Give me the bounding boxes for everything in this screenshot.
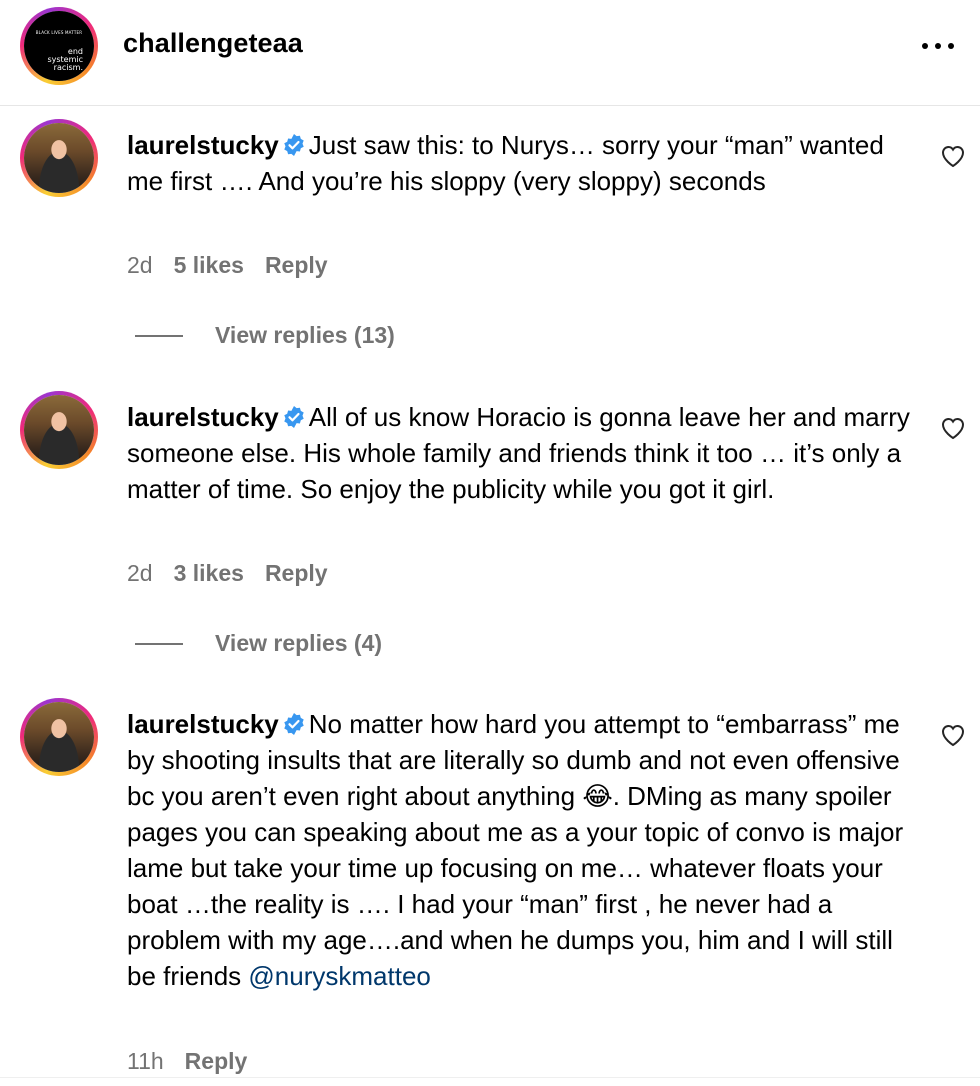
comment-meta: 2d 3 likes Reply xyxy=(127,560,349,587)
commenter-avatar[interactable] xyxy=(24,702,94,772)
commenter-avatar-ring[interactable] xyxy=(20,698,98,776)
view-replies-divider xyxy=(135,335,183,337)
view-replies-button[interactable]: View replies (4) xyxy=(135,630,382,657)
heart-outline-icon[interactable] xyxy=(940,416,966,440)
more-options-button[interactable] xyxy=(918,36,958,56)
user-mention-link[interactable]: @nuryskmatteo xyxy=(248,961,430,991)
avatar-caption: end systemic racism. xyxy=(47,47,83,72)
post-header: BLACK LIVES MATTER end systemic racism. … xyxy=(0,0,980,106)
verified-badge-icon xyxy=(284,713,304,735)
comment-meta: 11h Reply xyxy=(127,1048,268,1075)
post-author-avatar-ring[interactable]: BLACK LIVES MATTER end systemic racism. xyxy=(20,7,98,85)
view-replies-label: View replies (4) xyxy=(215,630,383,656)
post-author-avatar[interactable]: BLACK LIVES MATTER end systemic racism. xyxy=(24,11,94,81)
commenter-avatar-ring[interactable] xyxy=(20,119,98,197)
reply-button[interactable]: Reply xyxy=(185,1048,248,1074)
avatar-caption-top: BLACK LIVES MATTER xyxy=(35,30,83,35)
commenter-avatar[interactable] xyxy=(24,123,94,193)
verified-badge-icon xyxy=(284,406,304,428)
reply-button[interactable]: Reply xyxy=(265,560,328,586)
comment-timestamp[interactable]: 2d xyxy=(127,560,153,586)
comment-text-part: . DMing as many spoiler pages you can sp… xyxy=(127,781,904,991)
comment-body: laurelstucky Just saw this: to Nurys… sor… xyxy=(127,127,917,199)
comment-likes[interactable]: 3 likes xyxy=(174,560,244,586)
view-replies-divider xyxy=(135,643,183,645)
view-replies-label: View replies (13) xyxy=(215,322,395,348)
comment-body: laurelstucky All of us know Horacio is go… xyxy=(127,399,917,507)
heart-outline-icon[interactable] xyxy=(940,723,966,747)
bottom-divider xyxy=(0,1077,980,1078)
comment-timestamp[interactable]: 11h xyxy=(127,1048,164,1074)
comment-username[interactable]: laurelstucky xyxy=(127,402,279,432)
comment-username[interactable]: laurelstucky xyxy=(127,709,279,739)
comment-timestamp[interactable]: 2d xyxy=(127,252,153,278)
view-replies-button[interactable]: View replies (13) xyxy=(135,322,395,349)
heart-outline-icon[interactable] xyxy=(940,144,966,168)
comment-meta: 2d 5 likes Reply xyxy=(127,252,349,279)
laughing-emoji-icon: 😂 xyxy=(582,781,613,811)
commenter-avatar[interactable] xyxy=(24,395,94,465)
commenter-avatar-ring[interactable] xyxy=(20,391,98,469)
comment-body: laurelstucky No matter how hard you attem… xyxy=(127,706,917,994)
verified-badge-icon xyxy=(284,134,304,156)
reply-button[interactable]: Reply xyxy=(265,252,328,278)
comment-username[interactable]: laurelstucky xyxy=(127,130,279,160)
comment-likes[interactable]: 5 likes xyxy=(174,252,244,278)
post-author-username[interactable]: challengeteaa xyxy=(123,28,303,59)
